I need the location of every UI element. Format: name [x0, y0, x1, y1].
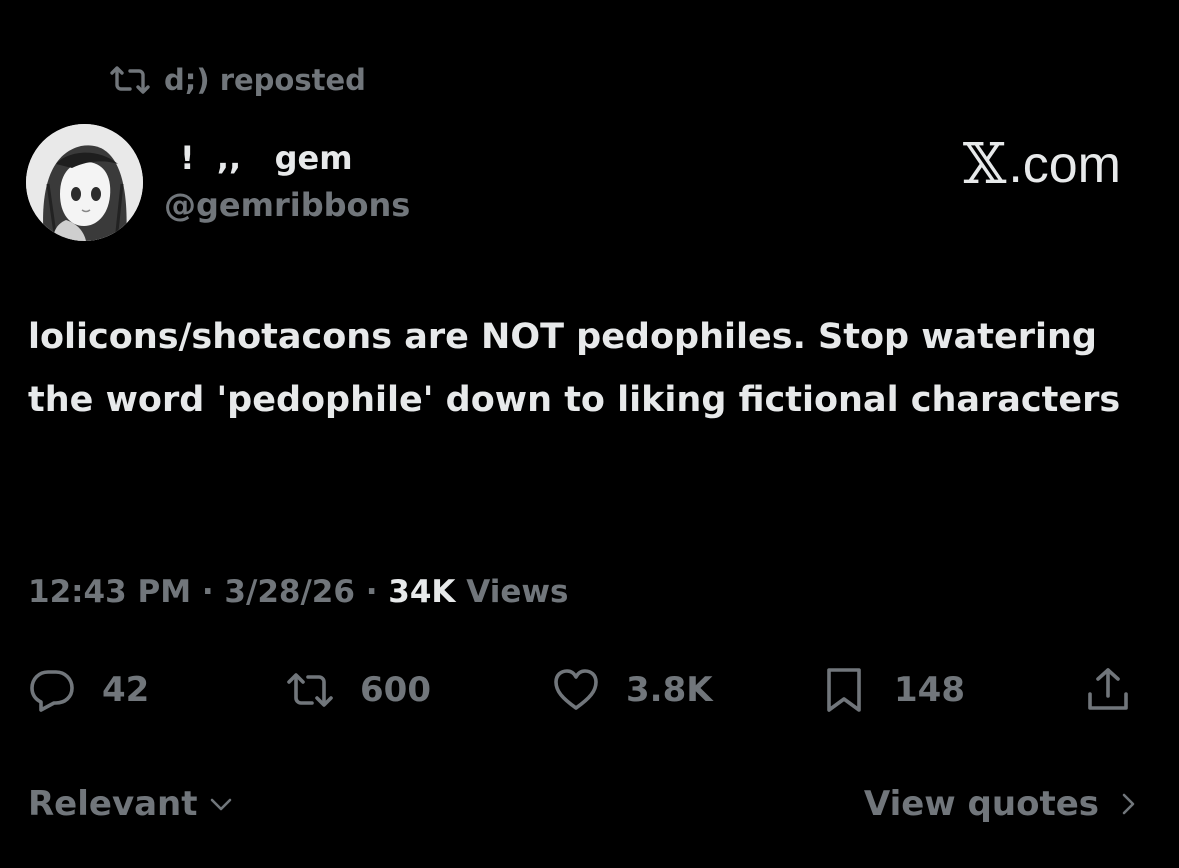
repost-icon [287, 673, 333, 707]
heart-icon [554, 669, 598, 710]
avatar[interactable] [26, 124, 143, 241]
bookmark-icon [827, 668, 861, 712]
view-quotes-label: View quotes [863, 784, 1099, 824]
share-button[interactable] [1084, 660, 1132, 720]
meta-separator: · [191, 574, 225, 610]
chevron-right-icon [1122, 793, 1135, 815]
reposted-by-label: d;) reposted [164, 63, 366, 97]
reply-count: 42 [102, 670, 150, 710]
view-quotes-link[interactable]: View quotes [864, 780, 1141, 828]
reply-button[interactable]: 42 [28, 660, 149, 720]
brand-domain: .com [1008, 135, 1121, 194]
bookmark-button[interactable]: 148 [820, 660, 965, 720]
tweet-date[interactable]: 3/28/26 [224, 574, 355, 610]
repost-icon [108, 65, 152, 95]
bookmark-count: 148 [894, 670, 965, 710]
like-count: 3.8K [626, 670, 713, 710]
user-handle[interactable]: @gemribbons [164, 186, 410, 224]
repost-button[interactable]: 600 [286, 660, 431, 720]
reposted-by-row[interactable]: d;) reposted [108, 60, 366, 100]
avatar-image [26, 124, 143, 241]
chevron-down-icon [210, 798, 231, 811]
x-logo-icon: 𝕏 [962, 132, 1007, 197]
sort-dropdown[interactable]: Relevant [28, 780, 234, 828]
views-label: Views [455, 574, 569, 610]
views-count: 34K [388, 574, 456, 610]
meta-separator: · [354, 574, 389, 610]
action-bar: 42 600 3.8K 148 [0, 660, 1179, 720]
like-button[interactable]: 3.8K [552, 660, 713, 720]
x-brand-watermark: 𝕏 .com [963, 132, 1121, 197]
tweet-time[interactable]: 12:43 PM [28, 574, 191, 610]
repost-count: 600 [360, 670, 431, 710]
sort-label: Relevant [28, 784, 198, 824]
share-icon [1088, 668, 1128, 710]
tweet-text: lolicons/shotacons are NOT pedophiles. S… [28, 317, 1121, 420]
tweet-meta: 12:43 PM · 3/28/26 · 34K Views [28, 570, 568, 614]
reply-icon [30, 670, 74, 712]
display-name[interactable]: ! ,, gem [180, 136, 353, 180]
